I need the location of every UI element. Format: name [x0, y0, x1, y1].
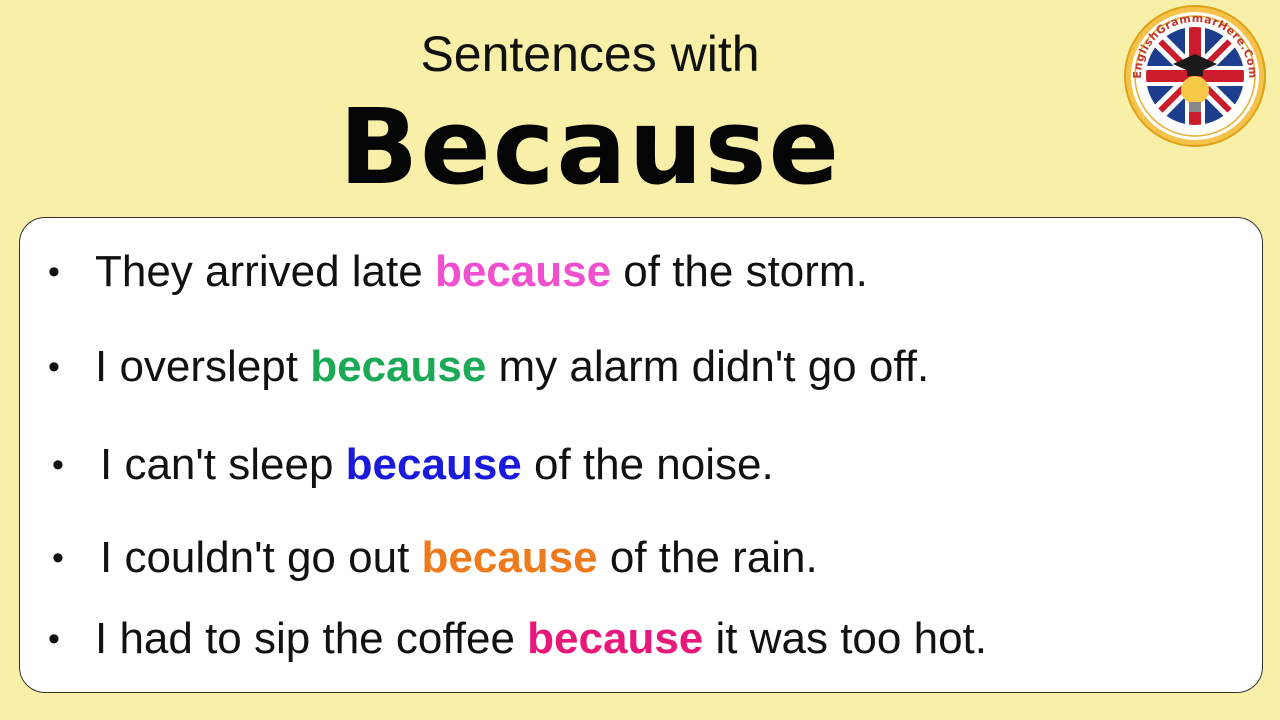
sentence-text: I had to sip the coffee because it was t…	[95, 614, 987, 663]
bullet: •	[48, 348, 60, 386]
keyword: because	[421, 533, 598, 582]
bullet: •	[48, 620, 60, 658]
page-subtitle: Sentences with	[420, 26, 760, 82]
page-title: Because	[338, 86, 842, 208]
keyword: because	[345, 440, 522, 489]
keyword: because	[527, 614, 704, 663]
sentence-text: I can't sleep because of the noise.	[100, 440, 774, 489]
sentences-card: • They arrived late because of the storm…	[19, 217, 1263, 693]
site-logo-icon: EnglishGrammarHere.Com	[1124, 5, 1266, 147]
sentence-text: They arrived late because of the storm.	[95, 247, 868, 296]
bullet: •	[48, 253, 60, 291]
bullet: •	[52, 539, 64, 577]
keyword: because	[310, 342, 487, 391]
bullet: •	[52, 446, 64, 484]
sentence-text: I overslept because my alarm didn't go o…	[95, 342, 930, 391]
keyword: because	[434, 247, 612, 296]
sentence-text: I couldn't go out because of the rain.	[100, 533, 818, 582]
